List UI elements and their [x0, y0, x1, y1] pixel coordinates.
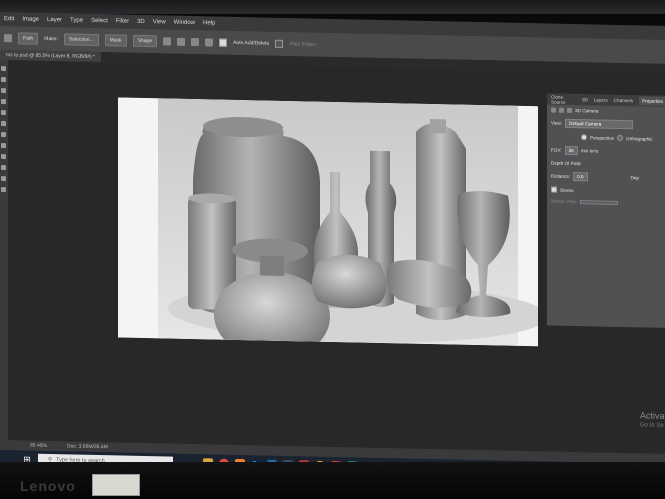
- stereo-view-select[interactable]: [579, 199, 618, 205]
- eyedropper-tool-icon[interactable]: [1, 110, 6, 116]
- fov-label: FOV:: [551, 147, 562, 153]
- stereo-view-label: Stereo View:: [551, 198, 577, 205]
- brush-tool-icon[interactable]: [1, 121, 6, 127]
- tab-clone-source[interactable]: Clone Source: [551, 94, 576, 105]
- camera-icon: [551, 107, 556, 113]
- auto-add-delete-label: Auto Add/Delete: [233, 39, 270, 47]
- gear-icon[interactable]: [205, 38, 214, 47]
- tab-layers[interactable]: Layers: [594, 97, 608, 102]
- menu-select[interactable]: Select: [91, 18, 108, 24]
- auto-add-delete-checkbox[interactable]: [219, 38, 228, 47]
- menu-3d[interactable]: 3D: [137, 19, 145, 25]
- activate-windows-watermark: Activat: [640, 410, 665, 421]
- menu-type[interactable]: Type: [70, 17, 83, 23]
- menu-window[interactable]: Window: [174, 20, 195, 26]
- stereo-checkbox[interactable]: [551, 186, 557, 193]
- align-edges-checkbox[interactable]: [275, 39, 284, 48]
- activate-windows-subtext: Go to Se: [640, 422, 664, 429]
- perspective-radio[interactable]: [581, 134, 587, 141]
- menu-view[interactable]: View: [153, 19, 166, 25]
- shape-button[interactable]: Shape: [132, 34, 158, 48]
- path-mode-select[interactable]: Path: [18, 32, 39, 45]
- 3d-render-image: [118, 97, 538, 347]
- tab-channels[interactable]: Channels: [614, 98, 633, 103]
- menu-image[interactable]: Image: [22, 16, 39, 22]
- menu-layer[interactable]: Layer: [47, 17, 62, 23]
- path-operations-icon[interactable]: [163, 37, 172, 46]
- menu-help[interactable]: Help: [203, 20, 215, 26]
- tab-3d[interactable]: 3D: [582, 97, 588, 102]
- gradient-tool-icon[interactable]: [1, 154, 6, 160]
- fov-unit-select[interactable]: mm lens: [581, 148, 598, 153]
- orthographic-radio[interactable]: [617, 134, 624, 142]
- eraser-tool-icon[interactable]: [1, 143, 6, 149]
- monitor-sticker: [92, 474, 140, 496]
- stereo-view-row: Stereo View:: [547, 195, 665, 208]
- menu-filter[interactable]: Filter: [116, 18, 129, 24]
- view-label: View:: [551, 120, 563, 126]
- orthographic-label: Orthographic: [626, 135, 653, 142]
- document-canvas[interactable]: [118, 97, 538, 347]
- marquee-tool-icon[interactable]: [1, 77, 6, 83]
- hand-tool-icon[interactable]: [1, 187, 6, 193]
- lasso-tool-icon[interactable]: [1, 88, 6, 94]
- monitor-screen: Edit Image Layer Type Select Filter 3D V…: [0, 12, 665, 478]
- stereo-label: Stereo: [560, 187, 574, 193]
- mask-button[interactable]: Mask: [104, 34, 127, 47]
- doc-info: Doc: 3.66M/36.4M: [66, 443, 108, 451]
- tools-panel: [0, 60, 8, 441]
- view-select[interactable]: Default Camera: [565, 118, 634, 130]
- monitor-bezel-top: [0, 0, 665, 14]
- selection-button[interactable]: Selection...: [63, 33, 99, 47]
- path-arrangement-icon[interactable]: [191, 38, 200, 47]
- monitor-brand-logo: Lenovo: [20, 478, 76, 494]
- view-icon: [559, 107, 564, 113]
- distance-input[interactable]: 0.5: [573, 172, 588, 182]
- distance-label: Distance:: [551, 173, 571, 179]
- tab-properties[interactable]: Properties: [639, 96, 665, 106]
- align-edges-label: Align Edges: [289, 41, 316, 48]
- properties-panel: Clone Source 3D Layers Channels Properti…: [546, 93, 665, 328]
- pen-tool-icon[interactable]: [4, 34, 12, 43]
- crop-tool-icon[interactable]: [1, 99, 6, 105]
- make-label: Make:: [44, 35, 58, 43]
- section-title: 3D Camera: [575, 108, 599, 114]
- eyedropper-icon: [567, 107, 572, 113]
- depth-of-field-label: Depth Of Field: [551, 160, 581, 167]
- move-tool-icon[interactable]: [1, 66, 6, 72]
- perspective-label: Perspective: [590, 134, 615, 141]
- pen-tool-icon[interactable]: [1, 165, 6, 171]
- menu-edit[interactable]: Edit: [4, 16, 14, 22]
- type-tool-icon[interactable]: [1, 176, 6, 182]
- stamp-tool-icon[interactable]: [1, 132, 6, 138]
- fov-input[interactable]: 36: [564, 145, 578, 156]
- path-alignment-icon[interactable]: [177, 37, 186, 46]
- depth-label: Dep: [630, 175, 639, 181]
- zoom-level[interactable]: 85.45%: [30, 443, 47, 449]
